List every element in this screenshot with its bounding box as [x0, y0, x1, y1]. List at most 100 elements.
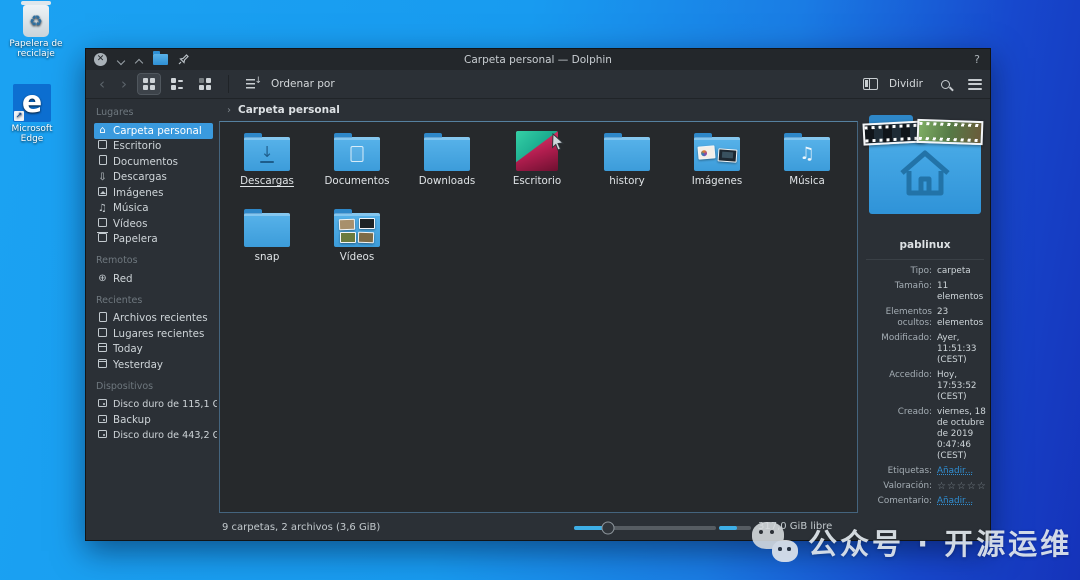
split-label[interactable]: Dividir	[889, 78, 923, 90]
hard-drive-icon	[97, 429, 108, 441]
edge-icon: e↗	[13, 84, 51, 122]
sidebar-item-disco-443[interactable]: Disco duro de 443,2 GiB	[94, 428, 213, 444]
sidebar-item-escritorio[interactable]: Escritorio	[94, 139, 213, 155]
back-button[interactable]: ‹	[94, 77, 110, 92]
toolbar: ‹ › Ordenar por Dividir	[86, 70, 990, 99]
sort-icon	[246, 78, 260, 90]
pin-icon[interactable]	[178, 50, 189, 69]
folder-documents-icon	[334, 137, 380, 171]
file-item-imagenes[interactable]: Imágenes	[672, 128, 762, 204]
add-comment-link[interactable]: Añadir...	[937, 496, 987, 507]
places-panel: Lugares ⌂Carpeta personal Escritorio Doc…	[86, 99, 217, 515]
file-item-escritorio[interactable]: Escritorio	[492, 128, 582, 204]
icons-view-icon	[143, 78, 155, 90]
file-item-downloads[interactable]: Downloads	[402, 128, 492, 204]
section-title-dispositivos: Dispositivos	[96, 381, 213, 392]
sidebar-item-imagenes[interactable]: Imágenes	[94, 185, 213, 201]
breadcrumb-arrow-icon: ›	[227, 105, 231, 116]
zoom-slider[interactable]	[574, 526, 716, 530]
titlebar[interactable]: ✕ Carpeta personal — Dolphin ?	[86, 49, 990, 70]
sidebar-item-videos[interactable]: Vídeos	[94, 216, 213, 232]
file-item-snap[interactable]: snap	[222, 204, 312, 280]
help-button[interactable]: ?	[974, 53, 980, 66]
sidebar-item-musica[interactable]: ♫Música	[94, 201, 213, 217]
zoom-slider-handle[interactable]	[602, 522, 615, 535]
section-title-recientes: Recientes	[96, 295, 213, 306]
add-tags-link[interactable]: Añadir...	[937, 466, 987, 477]
folder-icon	[424, 137, 470, 171]
rating-stars[interactable]: ☆☆☆☆☆	[937, 481, 987, 492]
sidebar-item-archivos-recientes[interactable]: Archivos recientes	[94, 311, 213, 327]
sidebar-item-carpeta-personal[interactable]: ⌂Carpeta personal	[94, 123, 213, 139]
recent-places-icon	[97, 328, 108, 340]
folder-icon	[244, 213, 290, 247]
file-item-musica[interactable]: ♫ Música	[762, 128, 852, 204]
folder-videos-icon	[334, 213, 380, 247]
compact-view-icon	[171, 78, 183, 90]
file-item-videos[interactable]: Vídeos	[312, 204, 402, 280]
recycle-bin-icon: ♻	[23, 5, 49, 37]
info-value: Ayer, 11:51:33 (CEST)	[937, 333, 987, 366]
file-item-history[interactable]: history	[582, 128, 672, 204]
hamburger-menu-icon[interactable]	[968, 79, 982, 90]
breadcrumb[interactable]: › Carpeta personal	[217, 99, 860, 121]
sort-by-button[interactable]	[241, 74, 265, 94]
filmstrip-thumbnail-icon	[917, 119, 984, 145]
folder-downloads-arrow-icon: ↓	[244, 137, 290, 171]
info-label: Tamaño:	[866, 281, 932, 303]
desktop-background: ♻ Papelera de reciclaje e↗ Microsoft Edg…	[0, 0, 1080, 580]
breadcrumb-current[interactable]: Carpeta personal	[238, 104, 340, 116]
sidebar-item-descargas[interactable]: ⇩Descargas	[94, 170, 213, 186]
sidebar-item-disco-115[interactable]: Disco duro de 115,1 GiB	[94, 397, 213, 413]
window-title: Carpeta personal — Dolphin	[86, 54, 990, 66]
sidebar-item-backup[interactable]: Backup	[94, 412, 213, 428]
search-icon[interactable]	[941, 80, 950, 89]
split-button[interactable]	[858, 74, 883, 94]
image-icon	[97, 187, 108, 199]
window-folder-icon	[153, 54, 168, 65]
info-label: Creado:	[866, 407, 932, 462]
desktop-icon-recycle-bin[interactable]: ♻ Papelera de reciclaje	[4, 5, 68, 59]
sidebar-item-today[interactable]: Today	[94, 342, 213, 358]
details-view-button[interactable]	[194, 74, 216, 94]
details-view-icon	[199, 78, 211, 90]
disk-capacity-bar	[719, 526, 751, 530]
icons-view-button[interactable]	[138, 74, 160, 94]
folder-images-icon	[694, 137, 740, 171]
watermark: 公众号 · 开源运维	[752, 521, 1072, 563]
sidebar-item-papelera[interactable]: Papelera	[94, 232, 213, 248]
folder-icon	[604, 137, 650, 171]
info-value: 11 elementos	[937, 281, 987, 303]
sidebar-item-red[interactable]: ⊕Red	[94, 271, 213, 287]
status-summary: 9 carpetas, 2 archivos (3,6 GiB)	[222, 522, 380, 533]
home-icon: ⌂	[97, 125, 108, 136]
compact-view-button[interactable]	[166, 74, 188, 94]
monitor-icon	[97, 140, 108, 152]
file-view[interactable]: ↓ Descargas Documentos Downloads	[219, 121, 858, 513]
file-item-documentos[interactable]: Documentos	[312, 128, 402, 204]
info-label: Elementos ocultos:	[866, 307, 932, 329]
close-button[interactable]: ✕	[94, 53, 107, 66]
desktop-icon-microsoft-edge[interactable]: e↗ Microsoft Edge	[0, 84, 64, 144]
folder-music-icon: ♫	[784, 137, 830, 171]
forward-button[interactable]: ›	[116, 77, 132, 92]
sidebar-item-documentos[interactable]: Documentos	[94, 154, 213, 170]
document-icon	[97, 155, 108, 168]
house-icon	[896, 147, 954, 199]
split-icon	[863, 78, 878, 90]
desktop-icon-label: Papelera de reciclaje	[4, 39, 68, 59]
sort-by-label[interactable]: Ordenar por	[271, 78, 335, 90]
info-label: Comentario:	[866, 496, 932, 507]
cursor-arrow-icon	[550, 133, 566, 151]
info-label: Modificado:	[866, 333, 932, 366]
chevron-up-icon[interactable]	[135, 56, 143, 64]
info-value: carpeta	[937, 266, 987, 277]
shortcut-arrow-icon: ↗	[14, 111, 24, 121]
music-icon: ♫	[97, 203, 108, 214]
chevron-down-icon[interactable]	[117, 56, 125, 64]
sidebar-item-yesterday[interactable]: Yesterday	[94, 357, 213, 373]
info-value: Hoy, 17:53:52 (CEST)	[937, 370, 987, 403]
sidebar-item-lugares-recientes[interactable]: Lugares recientes	[94, 326, 213, 342]
file-item-descargas[interactable]: ↓ Descargas	[222, 128, 312, 204]
info-value: 23 elementos	[937, 307, 987, 329]
